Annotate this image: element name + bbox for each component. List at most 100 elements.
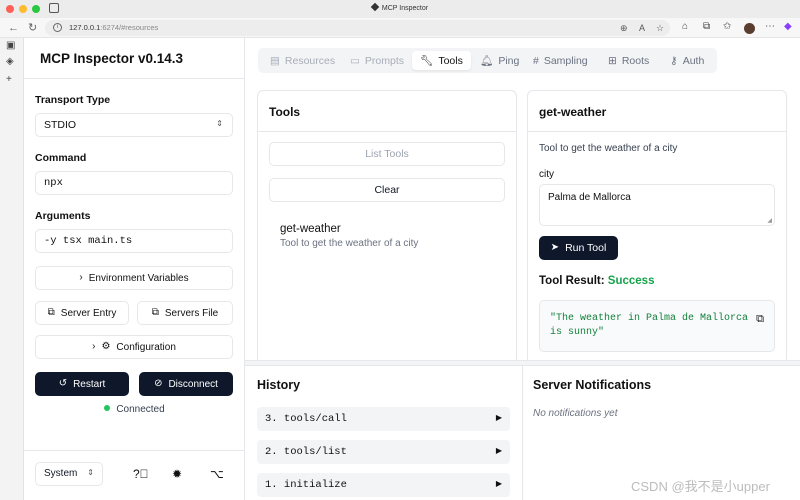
tab-prompts[interactable]: ▭ Prompts <box>342 51 412 70</box>
servers-file-button[interactable]: ⧉ Servers File <box>137 301 233 325</box>
restart-button[interactable]: ↺ Restart <box>35 372 129 396</box>
expand-triangle-icon: ▶ <box>495 413 502 422</box>
server-notifications-title: Server Notifications <box>533 378 652 392</box>
active-tab-icon[interactable]: ◈ <box>6 56 14 67</box>
history-title: History <box>257 378 301 392</box>
hash-icon: # <box>533 54 539 67</box>
divider <box>258 131 516 132</box>
configuration-button[interactable]: › ⚙ Configuration <box>35 335 233 359</box>
tab-list: ▤ Resources ▭ Prompts 🔧︎ Tools 🔔︎ Ping # Samp… <box>258 48 717 73</box>
new-tab-icon[interactable]: + <box>6 74 12 85</box>
window-title: MCP Inspector <box>0 2 800 12</box>
copy-icon: ⧉ <box>47 307 55 318</box>
github-icon[interactable]: ⌥ <box>210 467 224 481</box>
tools-card: Tools List Tools Clear get-weather Tool … <box>257 90 517 365</box>
clear-button[interactable]: Clear <box>269 178 505 202</box>
command-input[interactable]: npx <box>35 171 233 195</box>
zoom-icon[interactable]: ⊕ <box>620 23 628 34</box>
transport-type-select[interactable]: STDIO ⇕ <box>35 113 233 137</box>
tab-tools[interactable]: 🔧︎ Tools <box>412 51 471 70</box>
tool-detail-card: get-weather Tool to get the weather of a… <box>527 90 787 365</box>
divider <box>24 450 245 451</box>
bug-icon[interactable]: ✹ <box>172 467 182 481</box>
chevron-right-icon: › <box>79 272 83 283</box>
status-dot-icon <box>104 405 111 411</box>
favorite-star-icon[interactable]: ☆ <box>656 23 664 34</box>
vertical-tab-strip: ▣ ◈ + <box>0 38 24 500</box>
expand-triangle-icon: ▶ <box>495 446 502 455</box>
chevron-right-icon: › <box>92 341 96 352</box>
main-content: ▤ Resources ▭ Prompts 🔧︎ Tools 🔔︎ Ping # Samp… <box>245 38 800 500</box>
inspector-sidebar: MCP Inspector v0.14.3 Transport Type STD… <box>24 38 245 500</box>
url-text[interactable]: 127.0.0.1:6274/#resources <box>69 23 158 32</box>
tool-result-text: "The weather in Palma de Mallorca is sun… <box>550 313 749 338</box>
disconnect-button[interactable]: ⊘ Disconnect <box>139 372 233 396</box>
rotate-ccw-icon: ↺ <box>58 378 68 389</box>
tab-auth[interactable]: ⚷ Auth <box>662 51 712 70</box>
tab-ping[interactable]: 🔔︎ Ping <box>472 51 527 70</box>
history-item[interactable]: 3. tools/call ▶ <box>257 407 510 431</box>
connection-status: Connected <box>24 404 245 415</box>
help-circle-icon[interactable]: ?⃝ <box>133 467 149 481</box>
city-param-label: city <box>539 169 554 180</box>
panel-divider <box>522 366 523 500</box>
city-param-value: Palma de Mallorca <box>548 192 631 203</box>
app-title: MCP Inspector v0.14.3 <box>40 51 184 66</box>
key-icon: ⚷ <box>670 54 678 67</box>
prompts-icon: ▭ <box>350 54 360 67</box>
profile-avatar[interactable] <box>744 23 755 34</box>
tool-detail-description: Tool to get the weather of a city <box>539 143 678 154</box>
site-info-icon[interactable]: i <box>53 23 62 32</box>
back-icon[interactable]: ← <box>8 21 19 35</box>
command-label: Command <box>35 152 87 164</box>
tab-sampling[interactable]: # Sampling <box>525 51 596 70</box>
chevron-up-down-icon: ⇕ <box>87 468 94 477</box>
tab-roots[interactable]: ⊞ Roots <box>600 51 657 70</box>
tool-result-box: "The weather in Palma de Mallorca is sun… <box>539 300 775 352</box>
edge-copilot-icon[interactable]: ◆ <box>784 21 792 32</box>
unplug-icon: ⊘ <box>154 378 163 389</box>
transport-type-value: STDIO <box>44 119 77 131</box>
tool-detail-title: get-weather <box>539 105 607 119</box>
run-tool-button[interactable]: ➤ Run Tool <box>539 236 618 260</box>
read-aloud-icon[interactable]: A <box>639 23 645 33</box>
reload-icon[interactable]: ↻ <box>28 21 37 35</box>
extensions-icon[interactable]: ⧉ <box>703 21 710 32</box>
gear-icon: ⚙ <box>101 341 111 352</box>
resize-grip-icon[interactable]: ◢ <box>767 217 772 224</box>
tool-description: Tool to get the weather of a city <box>280 238 419 249</box>
history-item[interactable]: 2. tools/list ▶ <box>257 440 510 464</box>
history-item[interactable]: 1. initialize ▶ <box>257 473 510 497</box>
resources-icon: ▤ <box>270 54 280 67</box>
watermark: CSDN @我不是小upper <box>631 479 770 494</box>
notifications-empty-text: No notifications yet <box>533 408 618 419</box>
tools-card-title: Tools <box>269 105 301 119</box>
theme-select[interactable]: System ⇕ <box>35 462 103 486</box>
roots-icon: ⊞ <box>608 54 617 67</box>
environment-variables-button[interactable]: › Environment Variables <box>35 266 233 290</box>
more-menu-icon[interactable]: ⋯ <box>765 21 775 32</box>
copy-icon[interactable]: ⧉ <box>756 313 764 326</box>
divider <box>24 78 245 79</box>
theme-value: System <box>44 468 78 479</box>
wrench-icon: 🔧︎ <box>420 55 434 67</box>
tool-name: get-weather <box>280 223 341 235</box>
transport-type-label: Transport Type <box>35 94 111 106</box>
server-entry-button[interactable]: ⧉ Server Entry <box>35 301 129 325</box>
sidebar-toggle-icon[interactable]: ▣ <box>6 40 15 51</box>
favorites-icon[interactable]: ✩ <box>723 21 731 32</box>
send-icon: ➤ <box>550 242 560 253</box>
tab-resources[interactable]: ▤ Resources <box>262 51 343 70</box>
bell-icon: 🔔︎ <box>480 55 494 67</box>
city-param-input[interactable]: Palma de Mallorca ◢ <box>539 184 775 226</box>
browser-titlebar: MCP Inspector <box>0 0 800 18</box>
address-bar[interactable]: i 127.0.0.1:6274/#resources ⊕ A ☆ <box>45 20 670 36</box>
arguments-label: Arguments <box>35 210 91 222</box>
list-tools-button[interactable]: List Tools <box>269 142 505 166</box>
chevron-up-down-icon: ⇕ <box>216 119 223 128</box>
browser-toolbar: ← ↻ i 127.0.0.1:6274/#resources ⊕ A ☆ ⌂ … <box>0 18 800 38</box>
copilot-icon[interactable]: ⌂ <box>682 21 688 32</box>
arguments-input[interactable]: -y tsx main.ts <box>35 229 233 253</box>
copy-icon: ⧉ <box>151 307 159 318</box>
tool-result-status: Success <box>607 275 655 287</box>
